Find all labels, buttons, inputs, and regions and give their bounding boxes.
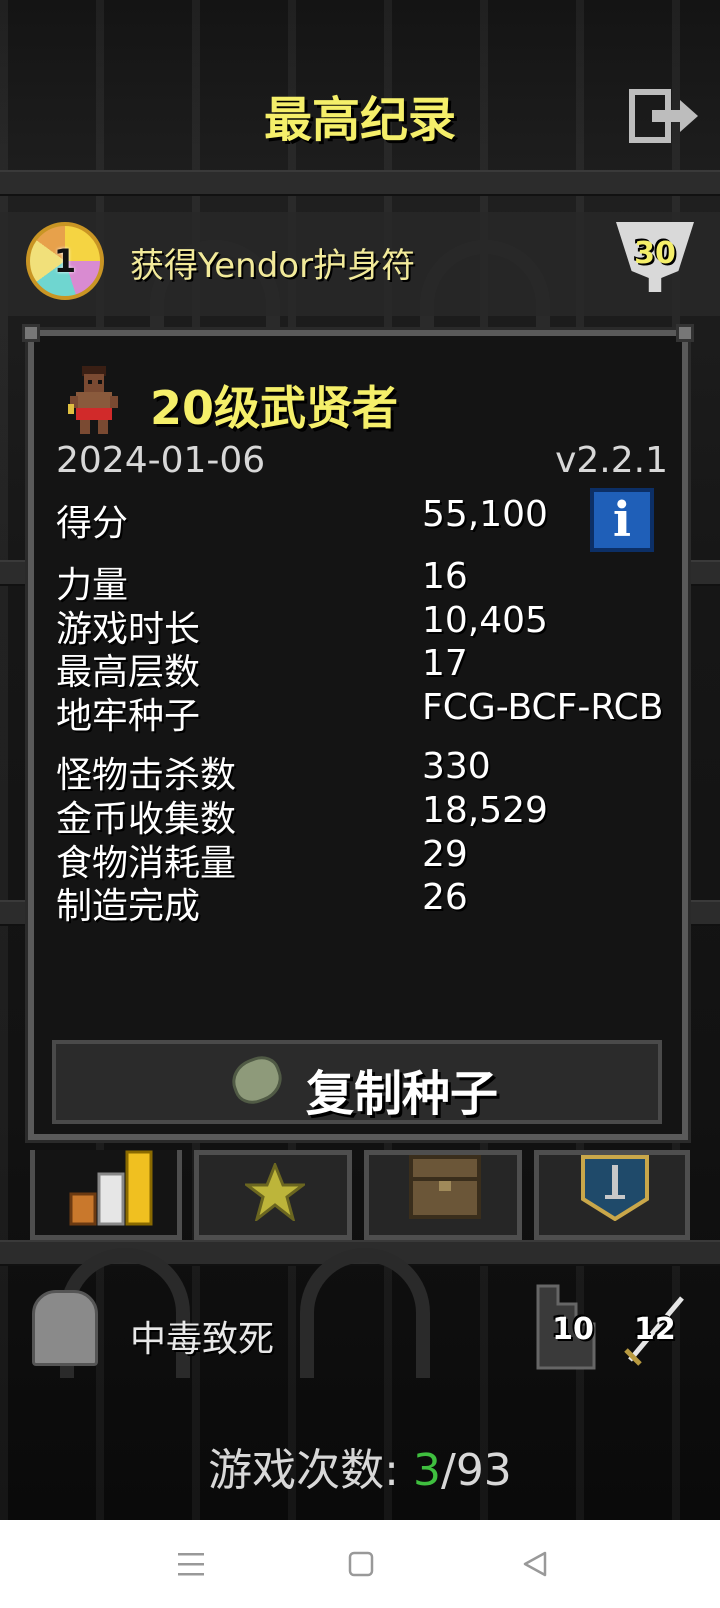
stat-label-score: 得分 <box>56 503 129 544</box>
hero-title: 20级武贤者 <box>150 381 399 435</box>
medal-number: 1 <box>53 242 77 280</box>
badge-star-icon <box>245 1163 305 1221</box>
page-title: 最高纪录 <box>263 92 456 148</box>
games-played-label: 游戏次数: <box>208 1445 413 1496</box>
level-number: 12 <box>634 1312 676 1347</box>
tab-items[interactable] <box>364 1150 522 1240</box>
stat-value-max-depth: 17 <box>422 643 468 684</box>
tab-stats[interactable] <box>30 1150 182 1240</box>
stat-value-seed: FCG-BCF-RCB <box>422 687 664 728</box>
stat-value-score: 55,100 <box>422 494 548 535</box>
death-cause: 中毒致死 <box>130 1319 275 1360</box>
copy-seed-label: 复制种子 <box>306 1066 499 1122</box>
sword-card-icon <box>581 1155 649 1221</box>
exit-door-icon[interactable] <box>628 88 700 144</box>
stat-value-food: 29 <box>422 834 468 875</box>
tab-equipment[interactable] <box>534 1150 690 1240</box>
menu-icon[interactable] <box>167 1540 215 1588</box>
stats-bars-icon <box>69 1150 153 1226</box>
stat-value-playtime: 10,405 <box>422 600 548 641</box>
info-button[interactable]: i <box>590 488 654 552</box>
stat-value-strength: 16 <box>422 556 468 597</box>
badge-text: 获得Yendor护身符 <box>130 246 416 286</box>
back-triangle-icon[interactable] <box>511 1540 559 1588</box>
games-played-current: 3 <box>412 1445 441 1496</box>
games-played-total: 93 <box>455 1445 512 1496</box>
games-played-separator: / <box>440 1445 456 1496</box>
depth-number: 10 <box>552 1312 594 1347</box>
tab-badges[interactable] <box>194 1150 352 1240</box>
record-date: 2024-01-06 <box>56 440 266 481</box>
game-version: v2.2.1 <box>555 440 668 481</box>
stat-value-gold: 18,529 <box>422 790 548 831</box>
tombstone-icon <box>32 1290 98 1366</box>
stat-label-seed: 地牢种子 <box>56 696 201 737</box>
chest-icon <box>409 1155 481 1219</box>
stat-label-crafted: 制造完成 <box>56 886 201 927</box>
background-beam <box>0 170 720 196</box>
home-square-icon[interactable] <box>337 1540 385 1588</box>
panel-corner <box>22 324 40 342</box>
stat-value-crafted: 26 <box>422 877 468 918</box>
stat-value-kills: 330 <box>422 746 491 787</box>
gladiator-hero-icon <box>66 364 122 436</box>
challenge-number: 30 <box>634 236 676 271</box>
games-played: 游戏次数: 3/93 <box>0 1434 720 1498</box>
background-arch <box>300 1248 430 1378</box>
panel-corner <box>676 324 694 342</box>
